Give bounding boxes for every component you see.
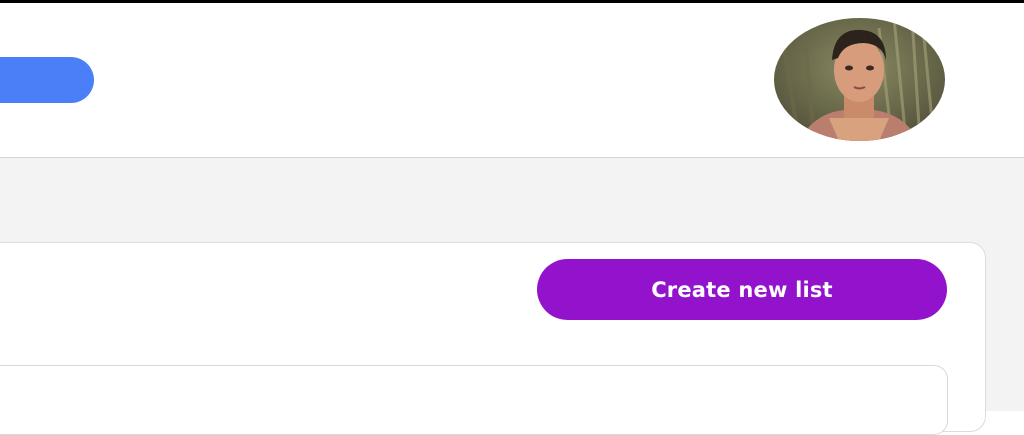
user-avatar[interactable] bbox=[774, 18, 945, 141]
list-item-card[interactable] bbox=[0, 365, 948, 435]
avatar-photo-icon bbox=[774, 18, 945, 141]
create-new-list-button[interactable]: Create new list bbox=[537, 259, 947, 320]
primary-nav-button[interactable] bbox=[0, 57, 94, 103]
